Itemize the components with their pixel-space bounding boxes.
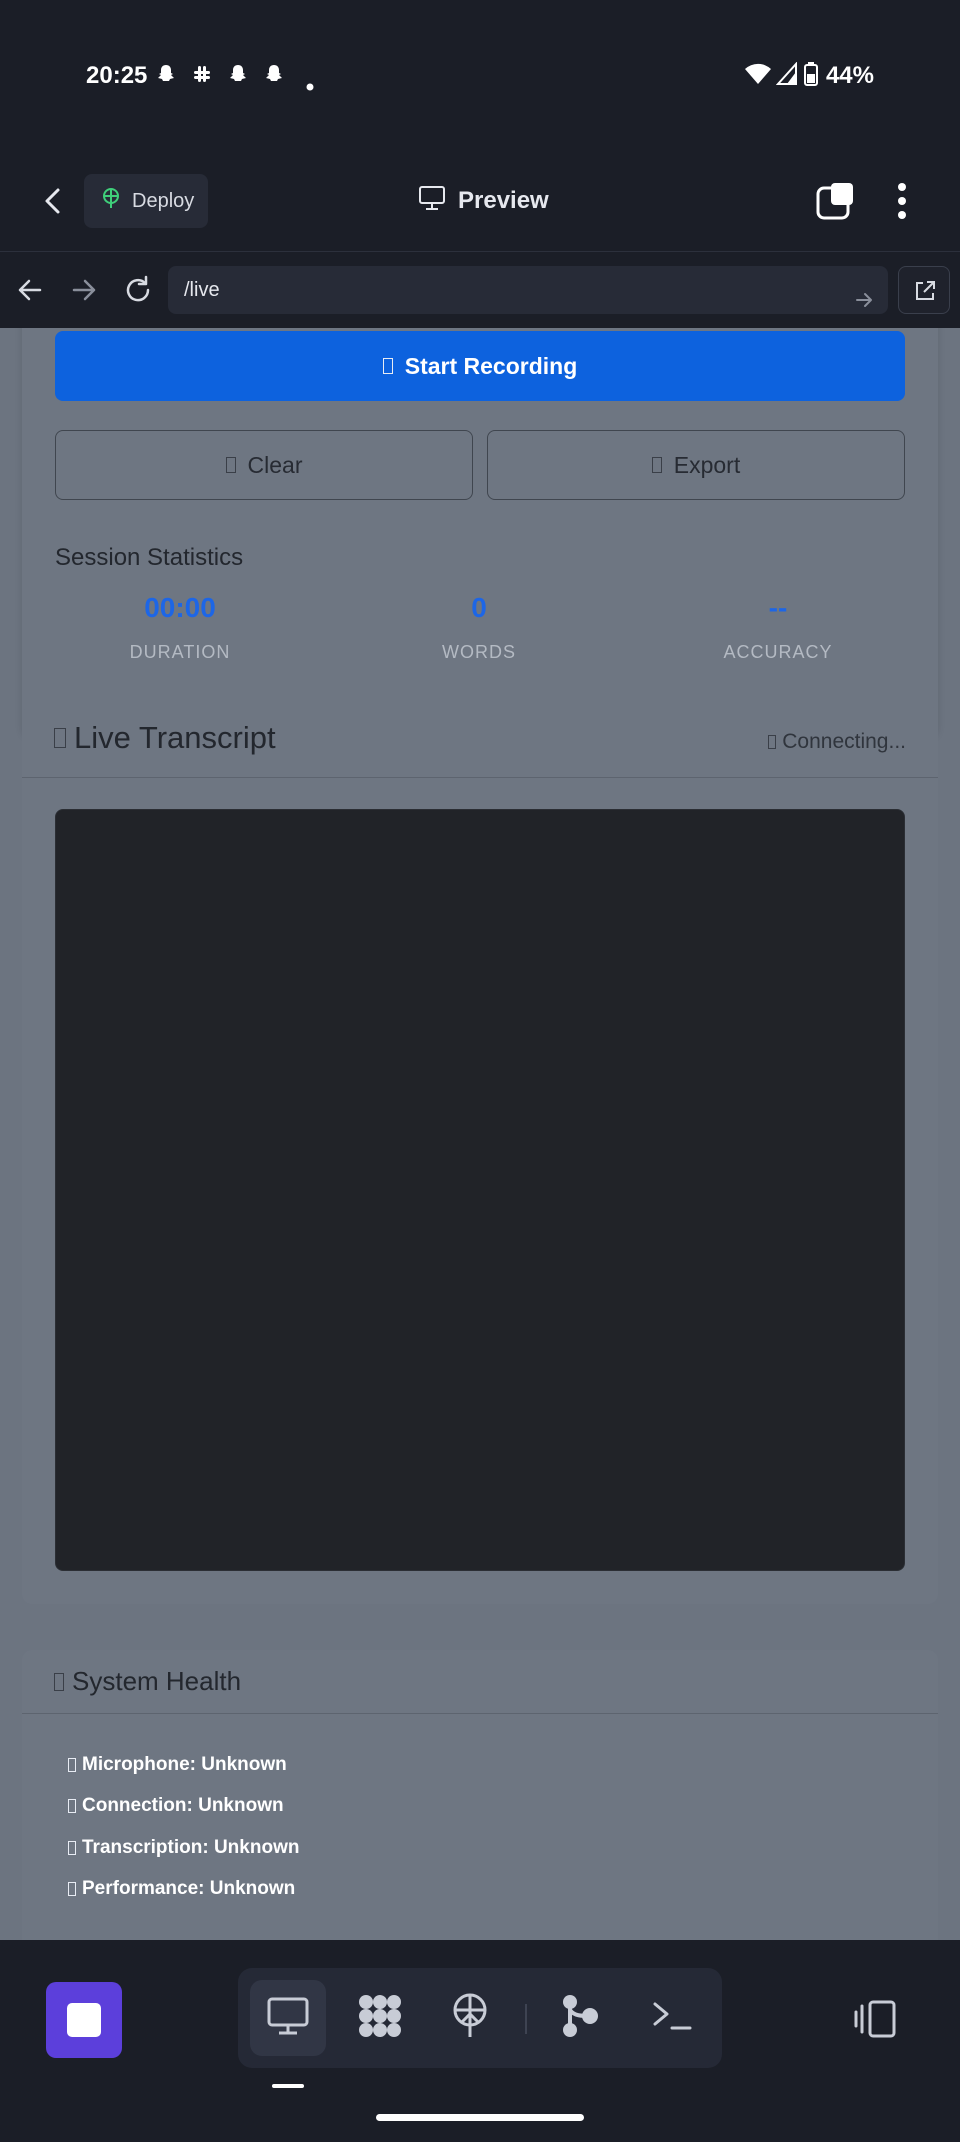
status-icon [768,735,777,749]
start-recording-button[interactable]: Start Recording [55,331,905,401]
deploy-icon [448,1992,492,2045]
dock-divider [525,2004,527,2034]
reload-icon[interactable] [122,274,154,306]
arrow-forward-icon[interactable] [68,274,100,306]
app-toolbar: Deploy Preview [0,150,960,252]
battery-percent: 44% [825,62,874,89]
url-input[interactable]: /live [168,266,888,314]
deploy-button[interactable]: Deploy [84,174,208,228]
health-item-text: Connection: Unknown [82,1795,284,1816]
accuracy-value: -- [768,592,788,623]
clear-label: Clear [247,451,303,478]
health-item-microphone: Microphone: Unknown [68,1754,287,1776]
browser-bar: /live [0,252,960,328]
snapchat-icon [154,62,178,93]
duration-value: 00:00 [144,592,216,623]
status-dot-icon [68,1799,76,1813]
bottom-toolbar [0,1940,960,2142]
download-icon [651,457,662,473]
start-recording-label: Start Recording [404,352,578,379]
transcript-icon [54,728,66,748]
live-transcript-card: Live Transcript Connecting... [22,706,938,1604]
words-label: WORDS [442,642,516,662]
arrow-right-icon[interactable] [854,280,874,307]
words-value: 0 [471,592,487,623]
battery-icon [804,62,818,93]
chevron-left-icon[interactable] [38,186,68,216]
deploy-icon [100,187,122,215]
panel-toggle-icon[interactable] [852,1998,898,2040]
dock-terminal-button[interactable] [634,1980,710,2056]
transcript-title: Live Transcript [54,720,276,756]
export-button[interactable]: Export [487,430,905,500]
health-item-performance: Performance: Unknown [68,1878,295,1900]
transcript-output[interactable] [55,809,905,1571]
transcript-header: Live Transcript Connecting... [22,706,938,778]
open-in-new-icon [913,279,937,308]
health-icon [54,1672,64,1691]
snapchat-icon [226,62,250,93]
session-statistics-title: Session Statistics [55,544,244,571]
dock-apps-button[interactable] [342,1980,418,2056]
home-indicator[interactable] [376,2114,584,2121]
health-item-text: Microphone: Unknown [82,1754,287,1775]
status-bar: 20:25 44% [0,0,960,150]
dock-deploy-button[interactable] [432,1980,508,2056]
health-item-text: Transcription: Unknown [82,1837,300,1858]
health-item-text: Performance: Unknown [82,1878,296,1899]
system-health-title-text: System Health [72,1666,242,1696]
dock-preview-button[interactable] [250,1980,326,2056]
export-label: Export [673,451,741,478]
dock-active-indicator [272,2084,304,2088]
dock-git-button[interactable] [542,1980,618,2056]
apps-icon [356,1992,404,2045]
stop-button[interactable] [46,1982,122,2058]
signal-icon [775,61,798,93]
monitor-icon [266,1996,310,2041]
terminal-icon [650,1996,694,2041]
slack-icon [190,62,214,93]
transcript-title-text: Live Transcript [74,720,276,755]
tabs-icon[interactable] [815,180,857,222]
dot-icon [306,70,314,98]
preview-label: Preview [458,187,549,214]
status-dot-icon [68,1841,76,1855]
status-dot-icon [68,1758,76,1772]
system-health-card: System Health Microphone: Unknown Connec… [22,1650,938,1940]
open-external-button[interactable] [898,266,950,314]
web-content: Start Recording Clear Export Session Sta… [0,328,960,1940]
health-item-transcription: Transcription: Unknown [68,1837,299,1859]
microphone-icon [382,358,393,374]
clear-button[interactable]: Clear [55,430,473,500]
deploy-label: Deploy [132,189,195,212]
connection-status: Connecting... [768,730,906,754]
git-icon [560,1992,600,2045]
trash-icon [225,457,236,473]
accuracy-label: ACCURACY [723,642,833,662]
wifi-icon [744,62,772,93]
more-vert-icon[interactable] [896,180,908,222]
system-health-header: System Health [22,1650,938,1714]
arrow-back-icon[interactable] [14,274,46,306]
system-health-title: System Health [54,1666,241,1697]
clock: 20:25 [86,62,148,89]
snapchat-icon [262,62,286,93]
health-item-connection: Connection: Unknown [68,1795,284,1817]
monitor-icon [418,185,446,218]
duration-label: DURATION [129,642,231,662]
url-text: /live [184,279,220,301]
status-dot-icon [68,1882,76,1896]
dock [238,1968,722,2068]
preview-title: Preview [418,185,549,218]
recording-controls-card: Start Recording Clear Export Session Sta… [22,328,938,734]
connection-status-text: Connecting... [782,730,906,753]
